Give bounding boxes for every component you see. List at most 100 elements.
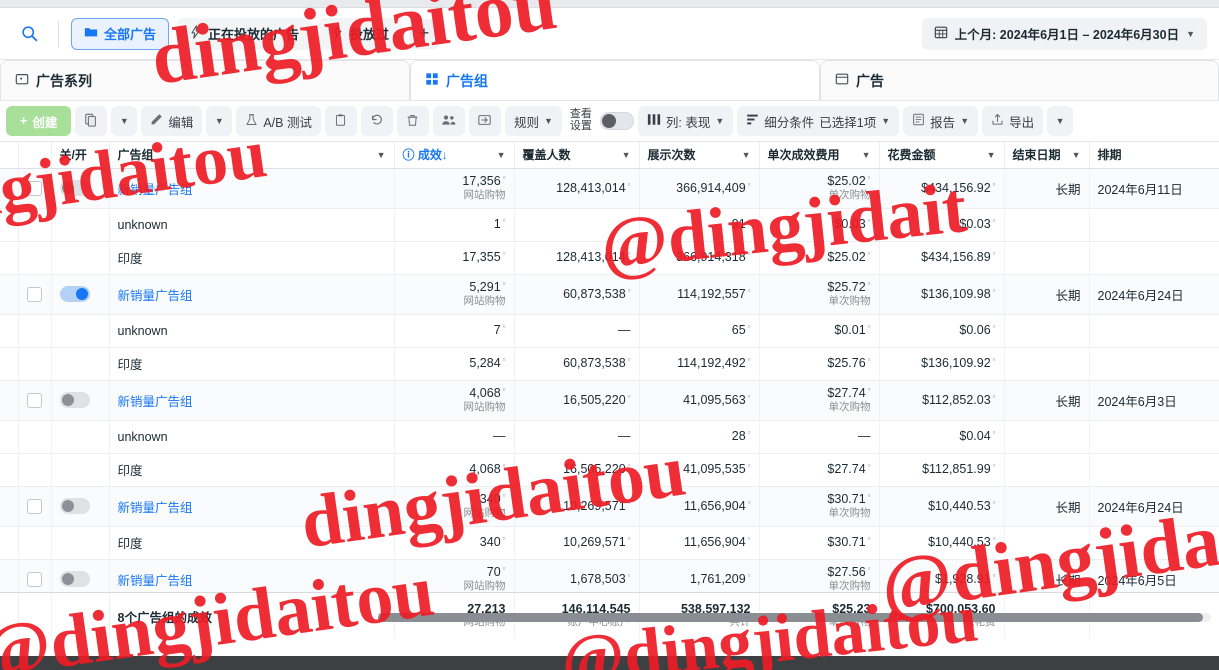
chevron-down-icon[interactable]: ▼: [497, 150, 506, 160]
chevron-down-icon[interactable]: ▼: [377, 150, 386, 160]
row-status-toggle[interactable]: [59, 180, 90, 196]
add-view-button[interactable]: +: [409, 18, 440, 49]
tab-ads[interactable]: 广告: [820, 60, 1219, 100]
table-row[interactable]: unknown 7 ▫ — 65 ▫ $0.01 ▫ $0.06 ▫: [0, 314, 1219, 348]
adset-name-link[interactable]: 新销量广告组: [118, 395, 193, 409]
row-name-cell[interactable]: 印度: [109, 347, 395, 381]
table-row[interactable]: unknown 1 ▫ 91 ▫ $0.03 ▫ $0.03 ▫: [0, 208, 1219, 242]
view-settings-toggle[interactable]: [599, 112, 634, 130]
columns-button[interactable]: 列: 表现 ▼: [637, 106, 734, 136]
metric-note-icon: ▫: [992, 428, 996, 438]
metric-note-icon: ▫: [627, 570, 631, 580]
clipboard-button[interactable]: [324, 106, 357, 136]
row-toggle-cell[interactable]: [51, 486, 110, 527]
row-checkbox-cell[interactable]: [18, 274, 52, 315]
table-row[interactable]: 印度 5,284 ▫ 60,873,538 ▫ 114,192,492 ▫ $25.76 ▫ $1…: [0, 347, 1219, 381]
undo-button[interactable]: [360, 106, 393, 136]
row-name-cell[interactable]: 印度: [109, 453, 395, 487]
row-checkbox-cell[interactable]: [18, 486, 52, 527]
table-row[interactable]: 新销量广告组 340 ▫ 网站购物 10,269,571 ▫ 11,656,904 ▫ $30.…: [0, 486, 1219, 527]
th-adset-name[interactable]: 广告组 ▼: [109, 142, 395, 169]
date-range-picker[interactable]: 上个月: 2024年6月1日 – 2024年6月30日 ▼: [921, 17, 1207, 50]
row-name-cell[interactable]: unknown: [109, 314, 395, 348]
adset-name-link[interactable]: 新销量广告组: [118, 501, 193, 515]
table-row[interactable]: 新销量广告组 4,068 ▫ 网站购物 16,505,220 ▫ 41,095,563 ▫ $2…: [0, 380, 1219, 421]
export-button[interactable]: 导出: [982, 106, 1044, 136]
tab-adsets[interactable]: 广告组: [410, 60, 820, 100]
reports-button[interactable]: 报告 ▼: [903, 106, 979, 136]
th-impressions[interactable]: 展示次数 ▼: [639, 142, 760, 169]
chevron-down-icon[interactable]: ▼: [622, 150, 631, 160]
chevron-down-icon[interactable]: ▼: [1072, 150, 1081, 160]
cell-impressions-value: 366,914,318 ▫: [676, 249, 751, 265]
row-status-toggle[interactable]: [59, 498, 90, 514]
horizontal-scrollbar[interactable]: [0, 611, 1219, 623]
chevron-down-icon[interactable]: ▼: [987, 150, 996, 160]
th-schedule[interactable]: 排期: [1089, 142, 1219, 169]
cell-reach-value: 60,873,538 ▫: [563, 285, 631, 301]
delete-button[interactable]: [396, 106, 429, 136]
row-name-cell[interactable]: 新销量广告组: [109, 380, 395, 421]
view-tab-all-ads[interactable]: 全部广告: [71, 17, 170, 50]
scrollbar-thumb[interactable]: [378, 613, 1203, 622]
duplicate-button[interactable]: [75, 106, 108, 136]
th-cost-per-result[interactable]: 单次成效费用 ▼: [759, 142, 880, 169]
row-name-cell[interactable]: 新销量广告组: [109, 274, 395, 315]
chevron-down-icon[interactable]: ▼: [742, 150, 751, 160]
cell-cost-per-result: $25.02 ▫: [759, 241, 880, 275]
info-icon: ⓘ: [402, 148, 415, 163]
row-name-cell[interactable]: 新销量广告组: [109, 486, 395, 527]
table-row[interactable]: 新销量广告组 5,291 ▫ 网站购物 60,873,538 ▫ 114,192,557 ▫ $…: [0, 274, 1219, 315]
row-status-toggle[interactable]: [59, 571, 90, 587]
adset-name-link[interactable]: 新销量广告组: [118, 183, 193, 197]
row-name-cell[interactable]: unknown: [109, 208, 395, 242]
view-tab-active-ads[interactable]: 正在投放的广告: [177, 17, 312, 50]
export-dropdown-button[interactable]: ▼: [1047, 106, 1074, 136]
row-checkbox[interactable]: [26, 286, 42, 302]
row-status-toggle[interactable]: [59, 392, 90, 408]
row-toggle-cell[interactable]: [51, 168, 110, 209]
row-checkbox[interactable]: [26, 392, 42, 408]
chevron-down-icon[interactable]: ▼: [862, 150, 871, 160]
row-name-cell[interactable]: 印度: [109, 241, 395, 275]
cell-results: 340 ▫: [394, 526, 515, 560]
table-row[interactable]: 新销量广告组 17,356 ▫ 网站购物 128,413,014 ▫ 366,914,409…: [0, 168, 1219, 209]
th-reach[interactable]: 覆盖人数 ▼: [514, 142, 640, 169]
table-row[interactable]: 印度 340 ▫ 10,269,571 ▫ 11,656,904 ▫ $30.71 ▫ $10,4…: [0, 526, 1219, 560]
cell-results-value: —: [493, 428, 506, 443]
view-tab-past-ads[interactable]: 投放过: [319, 17, 402, 50]
tab-campaigns[interactable]: 广告系列: [0, 60, 410, 100]
row-checkbox[interactable]: [26, 498, 42, 514]
row-name-cell[interactable]: 印度: [109, 526, 395, 560]
metric-note-icon: ▫: [502, 322, 506, 332]
edit-button[interactable]: 编辑: [141, 106, 203, 136]
th-results[interactable]: ⓘ 成效↓ ▼: [394, 142, 515, 169]
create-button[interactable]: + 创建: [6, 106, 72, 136]
row-checkbox-cell[interactable]: [18, 168, 52, 209]
row-toggle-cell[interactable]: [51, 274, 110, 315]
adset-name-link[interactable]: 新销量广告组: [118, 574, 193, 588]
edit-dropdown-button[interactable]: ▼: [206, 106, 233, 136]
rules-button[interactable]: 规则 ▼: [504, 106, 562, 136]
row-checkbox[interactable]: [26, 571, 42, 587]
row-checkbox-cell[interactable]: [18, 380, 52, 421]
audience-button[interactable]: [432, 106, 465, 136]
table-row[interactable]: 印度 4,068 ▫ 16,505,220 ▫ 41,095,535 ▫ $27.74 ▫ $11…: [0, 453, 1219, 487]
row-name-cell[interactable]: 新销量广告组: [109, 168, 395, 209]
row-checkbox[interactable]: [26, 180, 42, 196]
adset-name-link[interactable]: 新销量广告组: [118, 289, 193, 303]
table-row[interactable]: 印度 17,355 ▫ 128,413,014 ▫ 366,914,318 ▫ $25.02 ▫…: [0, 241, 1219, 275]
table-row[interactable]: unknown — — 28 ▫ — $0.04 ▫: [0, 420, 1219, 454]
ab-test-button[interactable]: A/B 测试: [236, 106, 321, 136]
search-icon[interactable]: [12, 17, 46, 51]
data-table-container[interactable]: 关/开 广告组 ▼ ⓘ 成效↓ ▼ 覆盖人数 ▼ 展示次数 ▼ 单次成效费用 ▼: [0, 142, 1219, 639]
row-toggle-cell[interactable]: [51, 380, 110, 421]
duplicate-dropdown-button[interactable]: ▼: [111, 106, 138, 136]
breakdown-button[interactable]: 细分条件 已选择1项 ▼: [737, 106, 900, 136]
th-end-date[interactable]: 结束日期 ▼: [1004, 142, 1090, 169]
cell-results-value: 1 ▫: [493, 216, 506, 232]
th-spend[interactable]: 花费金额 ▼: [879, 142, 1005, 169]
row-status-toggle[interactable]: [59, 286, 90, 302]
share-button[interactable]: [468, 106, 501, 136]
row-name-cell[interactable]: unknown: [109, 420, 395, 454]
